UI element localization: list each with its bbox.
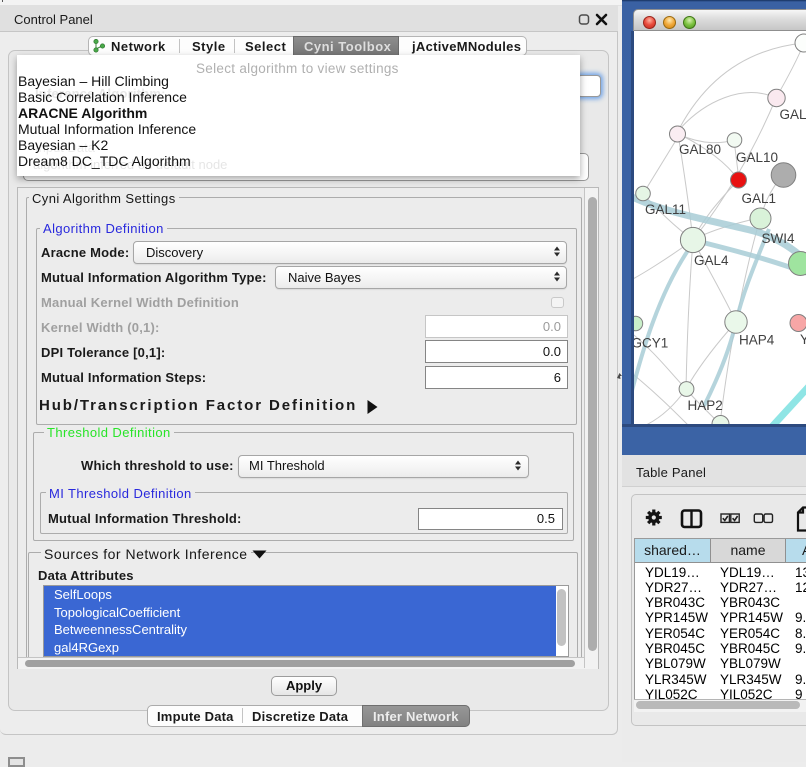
svg-text:GAL: GAL xyxy=(780,107,806,122)
svg-text:HAP2: HAP2 xyxy=(688,398,723,413)
svg-text:GAL10: GAL10 xyxy=(736,150,778,165)
svg-text:GCY1: GCY1 xyxy=(634,336,668,351)
svg-text:GAL1: GAL1 xyxy=(742,191,777,206)
svg-text:SWI4: SWI4 xyxy=(762,231,795,246)
svg-text:GAL4: GAL4 xyxy=(694,253,729,268)
svg-text:GAL11: GAL11 xyxy=(645,202,686,217)
svg-text:Y: Y xyxy=(800,332,806,347)
svg-text:GAL80: GAL80 xyxy=(679,142,721,157)
svg-text:HAP4: HAP4 xyxy=(739,333,775,348)
